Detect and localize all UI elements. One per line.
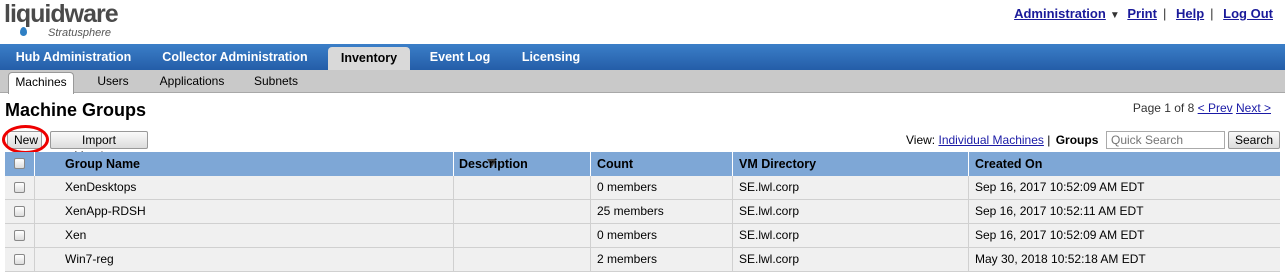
logo-subtitle: Stratusphere: [48, 27, 111, 39]
tab-licensing[interactable]: Licensing: [508, 44, 594, 70]
description-cell: [453, 248, 591, 271]
column-header-count[interactable]: Count: [591, 152, 733, 176]
description-cell: [453, 200, 591, 223]
row-select-cell: [5, 200, 35, 223]
prev-page-link[interactable]: < Prev: [1198, 101, 1233, 115]
view-label: View:: [906, 133, 936, 147]
select-all-checkbox[interactable]: [14, 158, 25, 169]
column-header-description[interactable]: Description: [453, 152, 591, 176]
import-members-button[interactable]: Import Members: [50, 131, 148, 163]
column-header-label: Group Name: [65, 157, 141, 171]
created-on-cell: Sep 16, 2017 10:52:09 AM EDT: [975, 180, 1145, 194]
table-row[interactable]: Win7-reg 2 members SE.lwl.corp May 30, 2…: [5, 248, 1280, 272]
row-checkbox[interactable]: [14, 206, 25, 217]
group-name-cell[interactable]: Xen: [59, 224, 454, 247]
liquidware-logo: liquidware Stratusphere: [4, 0, 144, 42]
subtab-subnets[interactable]: Subnets: [243, 70, 309, 92]
table-row[interactable]: XenDesktops 0 members SE.lwl.corp Sep 16…: [5, 176, 1280, 200]
created-on-cell: Sep 16, 2017 10:52:09 AM EDT: [975, 228, 1145, 242]
group-name-cell[interactable]: Win7-reg: [59, 248, 454, 271]
highlight-circle: [2, 125, 49, 154]
tab-event-log[interactable]: Event Log: [414, 44, 506, 70]
main-nav: Hub Administration Collector Administrat…: [0, 44, 1285, 70]
row-checkbox[interactable]: [14, 182, 25, 193]
column-header-vm-directory[interactable]: VM Directory: [733, 152, 969, 176]
subtab-users[interactable]: Users: [86, 70, 140, 92]
table-header: Group Name Description Count VM Director…: [5, 152, 1280, 176]
top-links: Administration ▼ Print | Help | Log Out: [1014, 6, 1273, 21]
page-title: Machine Groups: [5, 100, 147, 120]
count-cell: 25 members: [591, 200, 733, 223]
description-cell: [453, 176, 591, 199]
row-checkbox[interactable]: [14, 230, 25, 241]
groups-view-current: Groups: [1055, 133, 1099, 147]
tab-collector-administration[interactable]: Collector Administration: [147, 44, 323, 70]
pagination: Page 1 of 8 < Prev Next >: [1133, 101, 1271, 115]
group-name-cell[interactable]: XenDesktops: [59, 176, 454, 199]
logo-drop-icon: [20, 27, 27, 36]
row-select-cell: [5, 176, 35, 199]
vm-directory-cell: SE.lwl.corp: [733, 248, 969, 271]
view-switcher: View: Individual Machines | Groups: [906, 133, 1098, 147]
subtab-machines[interactable]: Machines: [8, 72, 74, 94]
column-header-group-name[interactable]: Group Name: [59, 152, 497, 176]
row-select-cell: [5, 224, 35, 247]
count-cell: 2 members: [591, 248, 733, 271]
vm-directory-cell: SE.lwl.corp: [733, 224, 969, 247]
created-on-cell: May 30, 2018 10:52:18 AM EDT: [975, 252, 1146, 266]
next-page-link[interactable]: Next >: [1236, 101, 1271, 115]
view-separator: |: [1047, 133, 1051, 147]
print-link[interactable]: Print: [1127, 6, 1157, 21]
column-header-created-on[interactable]: Created On: [969, 152, 1280, 176]
vm-directory-cell: SE.lwl.corp: [733, 200, 969, 223]
tab-inventory[interactable]: Inventory: [328, 47, 410, 70]
sub-nav: Machines Users Applications Subnets: [0, 70, 1285, 94]
row-checkbox[interactable]: [14, 254, 25, 265]
subtab-applications[interactable]: Applications: [150, 70, 234, 92]
logout-link[interactable]: Log Out: [1223, 6, 1273, 21]
description-cell: [453, 224, 591, 247]
search-button[interactable]: Search: [1228, 131, 1280, 149]
separator: |: [1210, 6, 1214, 21]
vm-directory-cell: SE.lwl.corp: [733, 176, 969, 199]
administration-link[interactable]: Administration: [1014, 6, 1106, 21]
group-name-cell[interactable]: XenApp-RDSH: [59, 200, 454, 223]
caret-down-icon[interactable]: ▼: [1110, 10, 1120, 21]
logo-brand: liquidware: [4, 0, 119, 28]
table-row[interactable]: Xen 0 members SE.lwl.corp Sep 16, 2017 1…: [5, 224, 1280, 248]
help-link[interactable]: Help: [1176, 6, 1204, 21]
count-cell: 0 members: [591, 224, 733, 247]
quick-search-input[interactable]: [1106, 131, 1225, 149]
created-on-cell: Sep 16, 2017 10:52:11 AM EDT: [975, 204, 1144, 218]
individual-machines-link[interactable]: Individual Machines: [938, 133, 1043, 147]
table-row[interactable]: XenApp-RDSH 25 members SE.lwl.corp Sep 1…: [5, 200, 1280, 224]
row-select-cell: [5, 248, 35, 271]
select-all-cell: [5, 152, 35, 176]
tab-hub-administration[interactable]: Hub Administration: [0, 44, 147, 70]
page-indicator: Page 1 of 8: [1132, 101, 1195, 115]
separator: |: [1162, 6, 1167, 21]
count-cell: 0 members: [591, 176, 733, 199]
